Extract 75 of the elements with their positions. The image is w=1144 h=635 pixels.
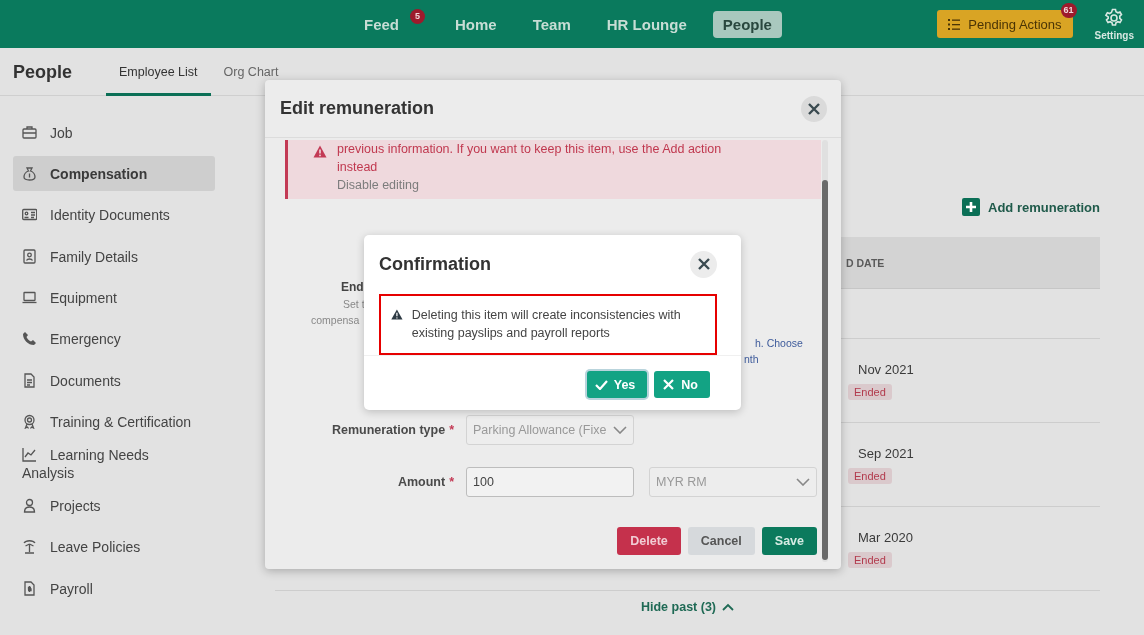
status-tag: Ended: [848, 467, 892, 484]
close-icon: [697, 258, 710, 270]
cancel-button[interactable]: Cancel: [687, 527, 755, 555]
sidebar-item[interactable]: Training & Certification: [13, 404, 215, 440]
laptop-icon: [22, 290, 37, 306]
sidebar-item[interactable]: Leave Policies: [13, 529, 215, 565]
phone-icon: [22, 331, 37, 347]
status-tag: Ended: [848, 551, 892, 568]
sidebar-item[interactable]: Identity Documents: [13, 197, 215, 233]
end-date: Nov 2021: [858, 361, 915, 377]
help-text: compensa: [311, 314, 360, 326]
nav-tab[interactable]: People: [712, 10, 782, 38]
sidebar-item[interactable]: Compensation: [13, 156, 215, 192]
yes-button[interactable]: Yes: [586, 371, 648, 398]
alert-text: instead: [337, 159, 379, 176]
sidebar-item[interactable]: Projects: [13, 488, 215, 524]
sidebar-item[interactable]: Emergency: [13, 321, 215, 357]
sidebar-item[interactable]: Learning Needs Analysis: [13, 446, 215, 483]
settings-icon: [1104, 7, 1125, 28]
delete-button[interactable]: Delete: [617, 527, 681, 555]
id-card-icon: [22, 207, 37, 223]
settings-button[interactable]: Settings: [1094, 7, 1134, 41]
page-title: People: [13, 62, 73, 83]
document-icon: [22, 372, 37, 388]
dialog-title: Edit remuneration: [280, 98, 435, 119]
briefcase-icon: [22, 124, 37, 140]
field-label: End: [341, 280, 364, 294]
award-icon: [22, 414, 37, 430]
check-icon: [594, 379, 608, 390]
close-icon: [662, 379, 676, 390]
sidebar-item[interactable]: Equipment: [13, 280, 215, 316]
close-button[interactable]: [690, 250, 717, 278]
money-bag-icon: [22, 165, 37, 181]
chart-icon: [22, 447, 37, 463]
help-text: h. Choose: [755, 337, 803, 349]
end-date: Sep 2021: [858, 445, 915, 461]
column-header: D DATE: [846, 256, 885, 269]
sidebar-item[interactable]: Family Details: [13, 239, 215, 275]
caret-up-icon: [722, 603, 734, 611]
message-text: Deleting this item will create inconsistencies with existing payslips and payroll reports: [411, 307, 682, 342]
help-text: Set t: [343, 298, 365, 310]
no-button[interactable]: No: [654, 371, 710, 398]
tab[interactable]: Employee List: [106, 65, 211, 96]
required-mark: *: [449, 475, 454, 489]
chevron-down-icon: [796, 478, 810, 486]
disable-editing-link[interactable]: Disable editing: [337, 176, 722, 194]
end-date: Mar 2020: [858, 529, 914, 545]
warning-icon: [313, 145, 327, 158]
sidebar-item[interactable]: Payroll: [13, 571, 215, 607]
add-icon: [962, 198, 981, 216]
input-field[interactable]: 100: [466, 467, 634, 497]
save-button[interactable]: Save: [761, 527, 817, 555]
nav-tab[interactable]: Home: [445, 10, 507, 38]
field-label: Amount *: [396, 475, 454, 489]
add-remuneration-button[interactable]: Add remuneration: [962, 194, 1100, 220]
person-icon: [22, 498, 37, 513]
chevron-down-icon: [613, 426, 627, 434]
sidebar-item[interactable]: Documents: [13, 363, 215, 399]
required-mark: *: [449, 423, 454, 437]
close-icon: [808, 102, 820, 115]
status-tag: Ended: [848, 383, 892, 400]
dialog-title: Confirmation: [379, 253, 491, 275]
contact-card-icon: [22, 248, 37, 264]
nav-tab[interactable]: Team: [522, 10, 581, 38]
field-label: Remuneration type *: [330, 423, 454, 437]
sidebar-item[interactable]: Job: [13, 115, 215, 150]
count-badge: 61: [1060, 3, 1077, 18]
tab[interactable]: Org Chart: [210, 65, 292, 96]
nav-tab[interactable]: HR Lounge: [596, 10, 697, 38]
alert-text: previous information. If you want to keep this item, use the Add action: [337, 141, 722, 158]
close-button[interactable]: [801, 95, 827, 122]
list-icon: [948, 18, 961, 30]
help-text: nth: [744, 353, 759, 365]
count-badge: 5: [410, 8, 425, 24]
hide-past-link[interactable]: Hide past (3): [641, 600, 734, 614]
